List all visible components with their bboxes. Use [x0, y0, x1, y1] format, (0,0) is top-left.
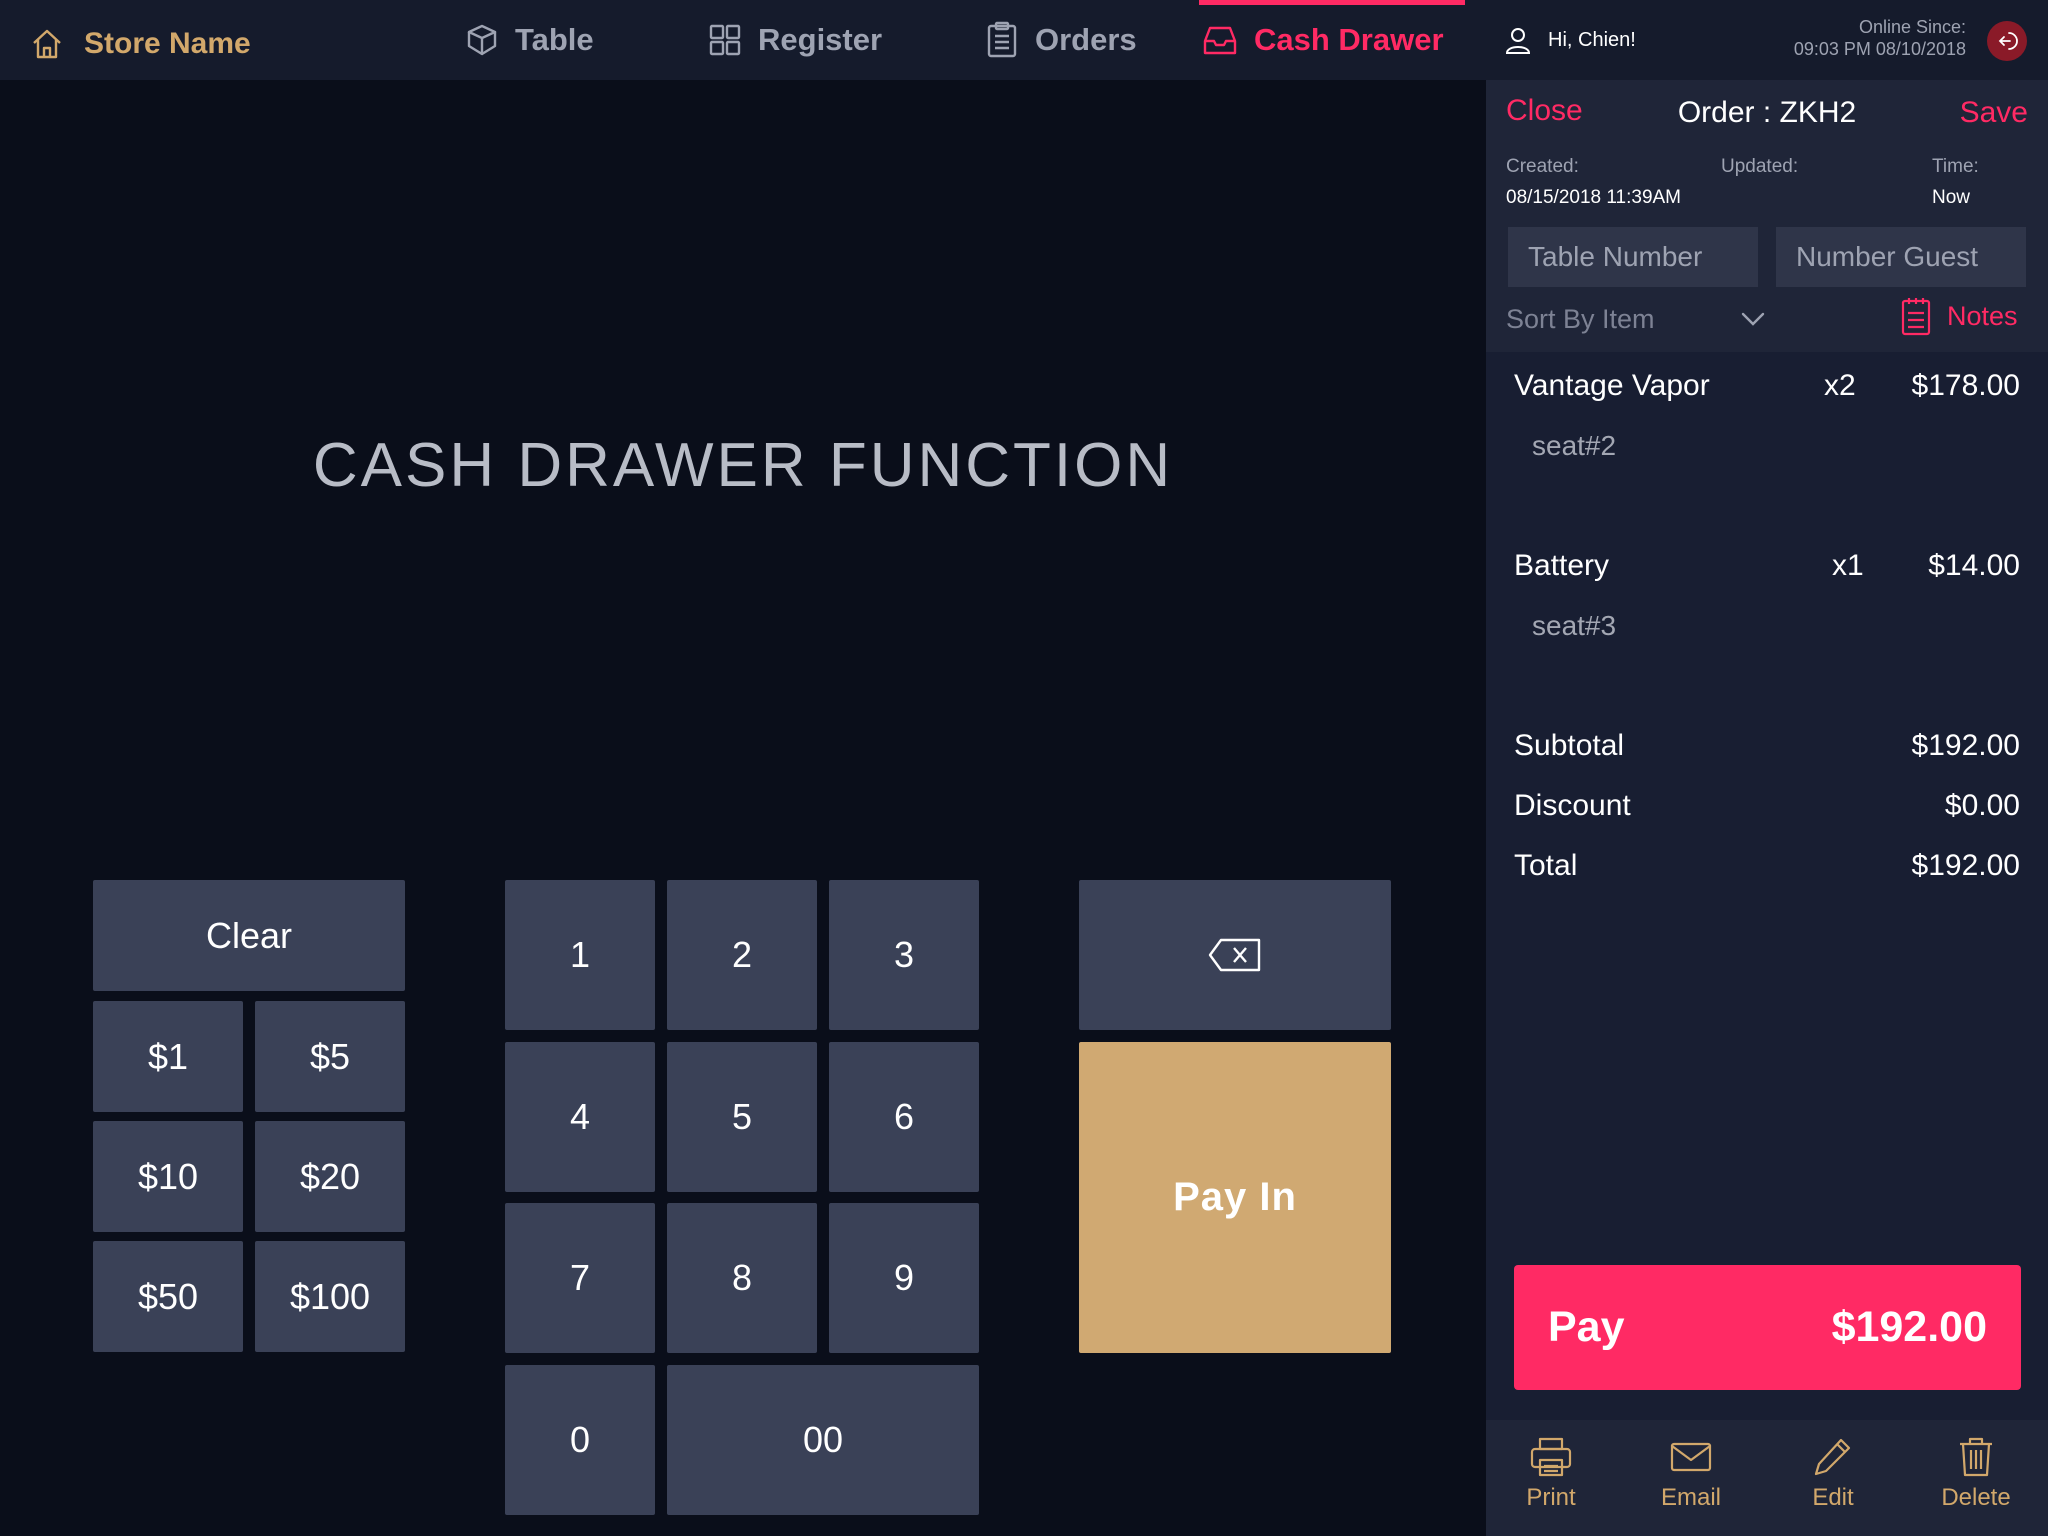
clear-button[interactable]: Clear — [93, 880, 405, 991]
trash-icon — [1954, 1436, 1998, 1478]
online-since-value: 09:03 PM 08/10/2018 — [1793, 39, 1966, 59]
envelope-icon — [1669, 1436, 1713, 1478]
order-item-name: Vantage Vapor — [1514, 369, 1710, 402]
order-item-name: Battery — [1514, 549, 1610, 582]
numpad-key-00[interactable]: 00 — [667, 1365, 979, 1515]
total-row: Total $192.00 — [1514, 849, 2020, 883]
pay-button-label: Pay — [1548, 1303, 1625, 1351]
home-icon — [30, 27, 64, 61]
tray-icon — [1202, 23, 1238, 57]
numpad-key-5[interactable]: 5 — [667, 1042, 817, 1192]
backspace-button[interactable] — [1079, 880, 1391, 1030]
subtotal-label: Subtotal — [1514, 729, 1625, 762]
time-label: Time: — [1932, 156, 1979, 177]
order-item-seat: seat#2 — [1532, 430, 1617, 461]
nav-tab-label: Orders — [1035, 22, 1137, 57]
nav-tab-cash-drawer[interactable]: Cash Drawer — [1202, 18, 1444, 62]
discount-value: $0.00 — [1944, 789, 2020, 822]
notes-button[interactable]: Notes — [1901, 294, 2018, 338]
grid-icon — [708, 23, 742, 57]
quick-amount-50[interactable]: $50 — [93, 1241, 243, 1352]
nav-tab-table[interactable]: Table — [465, 18, 594, 62]
time-value: Now — [1932, 187, 1971, 208]
subtotal-value: $192.00 — [1911, 729, 2020, 762]
online-since-label: Online Since: — [1858, 17, 1966, 37]
page-title: CASH DRAWER FUNCTION — [312, 431, 1174, 500]
logout-icon — [1996, 30, 2018, 52]
nav-tab-orders[interactable]: Orders — [985, 18, 1137, 62]
order-item-qty: x2 — [1824, 369, 1856, 402]
order-panel: Close Order : ZKH2 Save Created: 08/15/2… — [1486, 80, 2048, 1536]
numpad-key-6[interactable]: 6 — [829, 1042, 979, 1192]
order-item-qty: x1 — [1832, 549, 1864, 582]
delete-button[interactable]: Delete — [1916, 1436, 2036, 1512]
pencil-icon — [1811, 1436, 1855, 1478]
sort-dropdown[interactable]: Sort By Item — [1506, 298, 1766, 340]
discount-label: Discount — [1514, 789, 1631, 822]
backspace-icon — [1207, 937, 1263, 973]
cube-icon — [465, 23, 499, 57]
save-order-button[interactable]: Save — [1960, 96, 2028, 130]
table-number-field[interactable]: Table Number — [1508, 227, 1758, 287]
order-item-price: $14.00 — [1928, 549, 2020, 582]
user-menu[interactable]: Hi, Chien! — [1504, 22, 1636, 58]
clipboard-icon — [985, 21, 1019, 59]
logout-button[interactable] — [1987, 21, 2027, 61]
printer-icon — [1529, 1436, 1573, 1478]
notepad-icon — [1901, 296, 1931, 336]
nav-tab-label: Table — [515, 22, 594, 57]
numpad-key-9[interactable]: 9 — [829, 1203, 979, 1353]
delete-label: Delete — [1941, 1484, 2011, 1511]
quick-amount-100[interactable]: $100 — [255, 1241, 405, 1352]
subtotal-row: Subtotal $192.00 — [1514, 729, 2020, 763]
nav-tab-register[interactable]: Register — [708, 18, 882, 62]
print-button[interactable]: Print — [1491, 1436, 1611, 1512]
nav-tab-label: Cash Drawer — [1254, 22, 1444, 57]
order-item-seat: seat#3 — [1532, 610, 1617, 641]
created-label: Created: — [1506, 156, 1579, 177]
email-label: Email — [1660, 1484, 1721, 1511]
edit-button[interactable]: Edit — [1773, 1436, 1893, 1512]
top-bar: Store Name Table Register Orders Cash Dr… — [0, 0, 2048, 80]
discount-row: Discount $0.00 — [1514, 789, 2020, 823]
store-home-button[interactable]: Store Name — [30, 22, 251, 66]
user-icon — [1504, 26, 1532, 54]
order-actions-bar: Print Email Edit Delete — [1486, 1420, 2048, 1536]
user-greeting: Hi, Chien! — [1548, 28, 1636, 51]
sort-dropdown-label: Sort By Item — [1506, 303, 1655, 334]
total-label: Total — [1514, 849, 1578, 882]
chevron-down-icon — [1740, 311, 1766, 327]
quick-amount-1[interactable]: $1 — [93, 1001, 243, 1112]
pay-button-amount: $192.00 — [1831, 1303, 1987, 1351]
updated-label: Updated: — [1721, 156, 1799, 177]
numpad-key-3[interactable]: 3 — [829, 880, 979, 1030]
pay-button[interactable]: Pay $192.00 — [1514, 1265, 2021, 1390]
print-label: Print — [1526, 1484, 1576, 1511]
numpad-key-4[interactable]: 4 — [505, 1042, 655, 1192]
order-item-price: $178.00 — [1911, 369, 2020, 402]
online-since: Online Since: 09:03 PM 08/10/2018 — [1794, 16, 1966, 60]
numpad-key-1[interactable]: 1 — [505, 880, 655, 1030]
edit-label: Edit — [1812, 1484, 1854, 1511]
order-item-row[interactable]: Vantage Vapor x2 $178.00 — [1514, 369, 2020, 403]
pay-in-button[interactable]: Pay In — [1079, 1042, 1391, 1353]
notes-label: Notes — [1947, 300, 2018, 331]
numpad-key-8[interactable]: 8 — [667, 1203, 817, 1353]
total-value: $192.00 — [1911, 849, 2020, 882]
numpad-key-2[interactable]: 2 — [667, 880, 817, 1030]
quick-amount-10[interactable]: $10 — [93, 1121, 243, 1232]
quick-amount-5[interactable]: $5 — [255, 1001, 405, 1112]
active-tab-indicator — [1199, 0, 1465, 5]
number-guest-field[interactable]: Number Guest — [1776, 227, 2026, 287]
created-value: 08/15/2018 11:39AM — [1506, 187, 1682, 208]
store-name: Store Name — [84, 27, 251, 60]
numpad-key-0[interactable]: 0 — [505, 1365, 655, 1515]
order-item-row[interactable]: Battery x1 $14.00 — [1514, 549, 2020, 583]
nav-tab-label: Register — [758, 22, 883, 57]
numpad-key-7[interactable]: 7 — [505, 1203, 655, 1353]
email-button[interactable]: Email — [1631, 1436, 1751, 1512]
quick-amount-20[interactable]: $20 — [255, 1121, 405, 1232]
